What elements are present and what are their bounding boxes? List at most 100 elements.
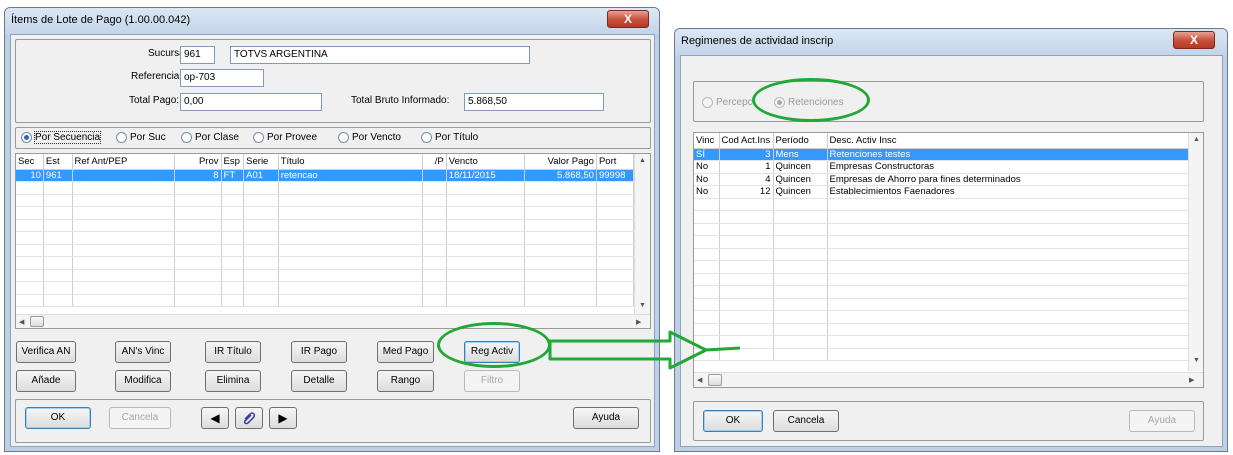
col-header[interactable]: Esp — [221, 154, 245, 170]
col-header[interactable]: Ref Ant/PEP — [72, 154, 176, 170]
lote-pago-titlebar[interactable]: Ítems de Lote de Pago (1.00.00.042) X — [5, 8, 659, 34]
elimina-button[interactable]: Elimina — [205, 370, 261, 392]
radio-dot-icon — [421, 132, 432, 143]
table-row[interactable]: SÍ 3 Mens Retenciones testes — [694, 148, 1189, 161]
radio-dot-icon — [702, 97, 713, 108]
radio-por-suc[interactable]: Por Suc — [116, 132, 166, 143]
total-pago-field[interactable]: 0,00 — [180, 93, 322, 111]
prev-record-button[interactable]: ◀ — [201, 407, 229, 429]
cell: 4 — [719, 173, 774, 186]
cell: 5.868,50 — [524, 169, 597, 182]
empty-row — [16, 244, 635, 257]
scroll-left-icon[interactable]: ◀ — [697, 376, 702, 384]
sucursal-name-field[interactable]: TOTVS ARGENTINA — [230, 46, 530, 64]
table-row[interactable]: No 12 Quincen Establecimientos Faenadore… — [694, 185, 1189, 199]
cell: Quincen — [773, 160, 828, 174]
grid-horizontal-scrollbar[interactable]: ◀ ▶ — [16, 314, 650, 328]
med-pago-button[interactable]: Med Pago — [377, 341, 434, 363]
col-header[interactable]: Est — [43, 154, 73, 170]
scroll-down-icon[interactable]: ▼ — [1193, 357, 1200, 364]
cell: Establecimientos Faenadores — [827, 185, 1189, 199]
col-header[interactable]: Título — [278, 154, 423, 170]
total-bruto-field[interactable]: 5.868,50 — [464, 93, 604, 111]
radio-por-secuencia[interactable]: Por Secuencia — [21, 131, 102, 144]
col-header[interactable]: Desc. Activ Insc — [827, 133, 1189, 149]
regimenes-grid: Vinc Cod Act.Ins Período Desc. Activ Ins… — [694, 133, 1189, 361]
scroll-up-icon[interactable]: ▲ — [1193, 136, 1200, 143]
empty-row — [694, 285, 1189, 299]
cell: 961 — [43, 169, 73, 182]
ans-vinc-button[interactable]: AN's Vinc — [115, 341, 171, 363]
scroll-left-icon[interactable]: ◀ — [19, 318, 24, 326]
attach-button[interactable] — [235, 407, 263, 429]
close-button[interactable]: X — [1173, 31, 1215, 49]
sort-radio-group: Por Secuencia Por Suc Por Clase Por Prov… — [15, 127, 651, 149]
empty-row — [16, 194, 635, 207]
regimenes-client: Percepc Retenciones Vinc Cod Act.Ins Per… — [680, 55, 1223, 447]
col-header[interactable]: Port — [596, 154, 635, 170]
cancel-button: Cancela — [109, 407, 171, 429]
ir-titulo-button[interactable]: IR Título — [205, 341, 261, 363]
ok-button[interactable]: OK — [25, 407, 91, 429]
col-header[interactable]: Período — [773, 133, 828, 149]
cell: Empresas Constructoras — [827, 160, 1189, 174]
detalle-button[interactable]: Detalle — [291, 370, 347, 392]
rango-button[interactable]: Rango — [377, 370, 434, 392]
cell: Empresas de Ahorro para fines determinad… — [827, 173, 1189, 186]
scroll-right-icon[interactable]: ▶ — [1189, 376, 1194, 384]
help-button[interactable]: Ayuda — [573, 407, 639, 429]
scroll-up-icon[interactable]: ▲ — [639, 157, 646, 164]
close-button[interactable]: X — [607, 10, 649, 28]
table-row[interactable]: 10 961 8 FT A01 retencao 18/11/2015 5.86… — [16, 169, 635, 182]
annotation-arrow-icon — [548, 330, 741, 370]
col-header[interactable]: Vencto — [446, 154, 526, 170]
col-header[interactable]: Prov — [174, 154, 222, 170]
verifica-an-button[interactable]: Verifica AN — [16, 341, 76, 363]
grid-vertical-scrollbar[interactable]: ▲ ▼ — [634, 154, 650, 314]
anade-button[interactable]: Añade — [16, 370, 76, 392]
col-header[interactable]: /P — [422, 154, 447, 170]
empty-row — [694, 210, 1189, 224]
regimenes-titlebar[interactable]: Regimenes de actividad inscrip X — [675, 29, 1227, 55]
empty-row — [694, 273, 1189, 286]
next-record-button[interactable]: ▶ — [269, 407, 297, 429]
scroll-thumb[interactable] — [708, 374, 722, 386]
table-row[interactable]: No 4 Quincen Empresas de Ahorro para fin… — [694, 173, 1189, 186]
triangle-left-icon: ◀ — [210, 411, 220, 425]
triangle-right-icon: ▶ — [278, 411, 288, 425]
sucursal-code-field[interactable]: 961 — [180, 46, 215, 64]
empty-row — [16, 294, 635, 307]
radio-por-clase[interactable]: Por Clase — [181, 132, 239, 143]
radio-por-vencto[interactable]: Por Vencto — [338, 132, 401, 143]
items-grid: Sec Est Ref Ant/PEP Prov Esp Serie Títul… — [16, 154, 635, 307]
table-row[interactable]: No 1 Quincen Empresas Constructoras — [694, 160, 1189, 174]
filtro-button: Filtro — [464, 370, 520, 392]
ok-button[interactable]: OK — [703, 410, 763, 432]
col-header[interactable]: Serie — [243, 154, 279, 170]
col-header[interactable]: Sec — [16, 154, 44, 170]
radio-por-provee[interactable]: Por Provee — [253, 132, 317, 143]
cell: 18/11/2015 — [446, 169, 526, 182]
radio-dot-icon — [253, 132, 264, 143]
radio-label: Percepc — [716, 97, 753, 108]
cancel-button[interactable]: Cancela — [773, 410, 839, 432]
col-header[interactable]: Vinc — [694, 133, 720, 149]
empty-row — [16, 219, 635, 232]
empty-row — [16, 281, 635, 295]
ir-pago-button[interactable]: IR Pago — [291, 341, 347, 363]
cell: No — [694, 173, 720, 186]
empty-row — [16, 231, 635, 245]
scroll-down-icon[interactable]: ▼ — [639, 302, 646, 309]
scroll-right-icon[interactable]: ▶ — [636, 318, 641, 326]
radio-por-titulo[interactable]: Por Título — [421, 132, 478, 143]
grid-header-row: Vinc Cod Act.Ins Período Desc. Activ Ins… — [694, 133, 1189, 149]
grid-vertical-scrollbar[interactable]: ▲ ▼ — [1188, 133, 1203, 371]
empty-row — [694, 260, 1189, 274]
referencia-field[interactable]: op-703 — [180, 69, 264, 87]
modifica-button[interactable]: Modifica — [115, 370, 171, 392]
col-header[interactable]: Valor Pago — [524, 154, 597, 170]
total-pago-label: Total Pago: — [129, 95, 180, 106]
col-header[interactable]: Cod Act.Ins — [719, 133, 774, 149]
grid-horizontal-scrollbar[interactable]: ◀ ▶ — [694, 372, 1203, 387]
scroll-thumb[interactable] — [30, 316, 44, 327]
